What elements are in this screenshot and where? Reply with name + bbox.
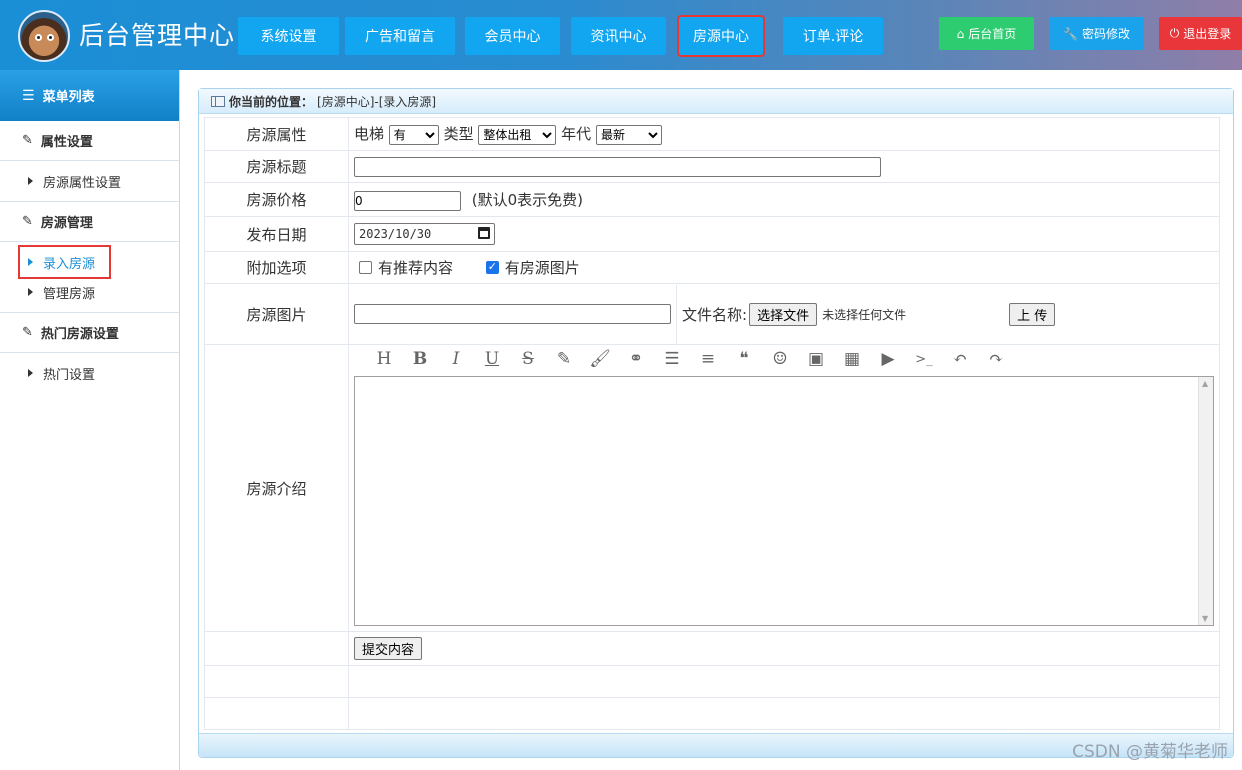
label-image: 房源图片 <box>204 283 349 345</box>
caret-right-icon <box>28 258 33 266</box>
label-attributes: 房源属性 <box>204 117 349 151</box>
sidebar-group-attributes[interactable]: ✎ 属性设置 <box>0 121 179 161</box>
underline-icon[interactable]: U <box>474 349 510 369</box>
sidebar-item-hot-settings[interactable]: 热门设置 <box>0 358 179 388</box>
main-panel: 你当前的位置： [房源中心]-[录入房源] 房源属性 电梯 有 类型 整体出租 … <box>198 88 1234 758</box>
sidebar-group-hot-houses[interactable]: ✎ 热门房源设置 <box>0 313 179 353</box>
nav-member-center[interactable]: 会员中心 <box>465 17 560 55</box>
list-icon[interactable]: ☰ <box>654 349 690 369</box>
sidebar-group-house-management[interactable]: ✎ 房源管理 <box>0 202 179 242</box>
label-date: 发布日期 <box>204 216 349 252</box>
sidebar-item-manage-house[interactable]: 管理房源 <box>0 277 179 307</box>
sidebar-header: ☰ 菜单列表 <box>0 70 179 121</box>
app-title: 后台管理中心 <box>79 21 236 50</box>
label-intro: 房源介绍 <box>204 344 349 632</box>
home-icon: ⌂ <box>956 26 965 41</box>
logo-avatar <box>18 10 70 62</box>
sidebar: ☰ 菜单列表 ✎ 属性设置 房源属性设置 ✎ 房源管理 录入房源 管理房源 ✎ 热门房… <box>0 70 180 770</box>
wrench-icon: 🔧 <box>1063 26 1078 41</box>
price-input[interactable] <box>354 190 461 211</box>
bold-icon[interactable]: B <box>402 349 438 369</box>
editor-scrollbar[interactable] <box>1198 377 1213 625</box>
align-icon[interactable]: ≡ <box>690 349 726 369</box>
list-icon: ☰ <box>22 87 35 104</box>
emoji-icon[interactable]: ☺ <box>762 349 798 369</box>
pen-icon[interactable]: ✎ <box>546 349 582 369</box>
undo-icon[interactable]: ↶ <box>942 349 978 369</box>
home-button[interactable]: ⌂ 后台首页 <box>939 17 1034 50</box>
nav-ads-messages[interactable]: 广告和留言 <box>345 17 455 55</box>
link-icon[interactable]: ⚭ <box>618 349 654 369</box>
has-image-checkbox[interactable] <box>485 260 499 274</box>
logout-button[interactable]: ⏻ 退出登录 <box>1159 17 1242 50</box>
table-icon[interactable]: ▦ <box>834 349 870 369</box>
brush-icon[interactable]: 🖌 <box>582 349 618 369</box>
upload-button[interactable]: 上 传 <box>1009 302 1056 326</box>
power-icon: ⏻ <box>1169 26 1180 40</box>
nav-news-center[interactable]: 资讯中心 <box>571 17 666 55</box>
type-select[interactable]: 整体出租 <box>478 125 557 145</box>
price-hint: (默认0表示免费) <box>471 190 584 209</box>
change-password-button[interactable]: 🔧 密码修改 <box>1049 17 1144 50</box>
watermark: CSDN @黄菊华老师 <box>1072 742 1228 762</box>
sidebar-item-house-attributes[interactable]: 房源属性设置 <box>0 166 179 196</box>
label-title: 房源标题 <box>204 150 349 183</box>
edit-icon: ✎ <box>22 325 33 340</box>
choose-file-button[interactable]: 选择文件 <box>749 302 818 326</box>
editor-toolbar: H B I U S ✎ 🖌 ⚭ ☰ ≡ ❝ ☺ ▣ ▦ ▶ >_ ↶ ↷ <box>354 345 1219 373</box>
video-icon[interactable]: ▶ <box>870 349 906 369</box>
submit-button[interactable]: 提交内容 <box>354 637 423 660</box>
strikethrough-icon[interactable]: S <box>510 349 546 369</box>
intro-editor[interactable] <box>354 376 1214 626</box>
date-input[interactable]: 2023/10/30 <box>354 223 495 245</box>
no-file-text: 未选择任何文件 <box>822 307 907 322</box>
image-path-input[interactable] <box>354 304 671 324</box>
nav-orders-comments[interactable]: 订单.评论 <box>783 17 883 55</box>
year-select[interactable]: 最新 <box>595 125 662 145</box>
window-icon <box>211 95 225 107</box>
title-input[interactable] <box>354 156 881 177</box>
italic-icon[interactable]: I <box>438 349 474 369</box>
edit-icon: ✎ <box>22 214 33 229</box>
calendar-icon <box>478 227 490 239</box>
quote-icon[interactable]: ❝ <box>726 349 762 369</box>
image-icon[interactable]: ▣ <box>798 349 834 369</box>
recommend-checkbox[interactable] <box>359 261 372 274</box>
edit-icon: ✎ <box>22 133 33 148</box>
house-form: 房源属性 电梯 有 类型 整体出租 年代 最新 房源标题 房源价格 (默认0表示… <box>204 117 1220 730</box>
breadcrumb: 你当前的位置： [房源中心]-[录入房源] <box>199 89 1233 114</box>
nav-house-center[interactable]: 房源中心 <box>677 15 765 57</box>
caret-right-icon <box>28 369 33 377</box>
sidebar-item-add-house[interactable]: 录入房源 <box>18 245 111 279</box>
redo-icon[interactable]: ↷ <box>978 349 1014 369</box>
elevator-select[interactable]: 有 <box>388 125 439 145</box>
top-header: 后台管理中心 系统设置 广告和留言 会员中心 资讯中心 房源中心 订单.评论 ⌂… <box>0 0 1242 70</box>
nav-system-settings[interactable]: 系统设置 <box>238 17 339 55</box>
caret-right-icon <box>28 177 33 185</box>
code-icon[interactable]: >_ <box>906 352 942 367</box>
label-price: 房源价格 <box>204 182 349 217</box>
heading-icon[interactable]: H <box>366 349 402 369</box>
label-options: 附加选项 <box>204 251 349 284</box>
caret-right-icon <box>28 288 33 296</box>
